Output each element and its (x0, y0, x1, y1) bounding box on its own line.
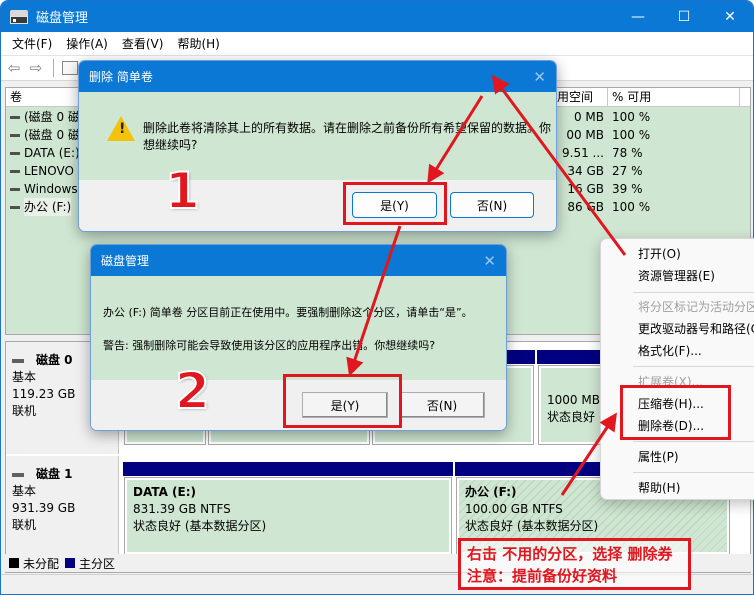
dialog-close-icon[interactable]: ✕ (533, 68, 546, 86)
console-tree-icon[interactable] (62, 61, 78, 75)
dialog-title-bar: 磁盘管理 ✕ (91, 245, 506, 276)
dialog-warning-message: 警告: 强制删除可能会导致使用该分区的应用程序出错。你想继续吗? (103, 339, 436, 352)
column-free-space[interactable]: 用空间 (553, 88, 608, 107)
volume-icon (10, 169, 20, 173)
partition-data-e[interactable]: DATA (E:) 831.39 GB NTFS 状态良好 (基本数据分区) (124, 477, 452, 555)
primary-partition-swatch (65, 558, 76, 568)
dialog-message-cont: 想继续吗? (143, 138, 198, 152)
dialog-message: 办公 (F:) 简单卷 分区目前正在使用中。要强制删除这个分区，请单击“是”。 (103, 306, 473, 319)
dialog-message: 删除此卷将清除其上的所有数据。请在删除之前备份所有希望保留的数据。你 (143, 121, 552, 135)
menu-separator (633, 292, 754, 293)
minimize-button[interactable]: — (615, 1, 661, 32)
volume-icon (10, 151, 20, 155)
maximize-button[interactable]: ☐ (661, 1, 707, 32)
menu-item-format[interactable]: 格式化(F)... (638, 341, 702, 361)
force-no-button[interactable]: 否(N) (399, 392, 485, 418)
volume-icon (10, 133, 20, 137)
disk-1-info[interactable]: 磁盘 1 基本 931.39 GB 联机 (6, 456, 119, 556)
annotation-highlight-yes-2 (283, 374, 402, 428)
volume-icon (10, 205, 20, 209)
annotation-step-1: 1 (164, 161, 201, 221)
disk-management-app-icon (10, 9, 28, 24)
disk-icon (12, 358, 24, 363)
disk1-data-stripe (123, 462, 453, 476)
dialog-body: 办公 (F:) 简单卷 分区目前正在使用中。要强制删除这个分区，请单击“是”。 … (91, 276, 506, 380)
menu-item-explorer[interactable]: 资源管理器(E) (638, 266, 715, 286)
annotation-highlight-yes-1 (343, 182, 447, 225)
forward-arrow-icon[interactable]: ⇨ (27, 61, 45, 76)
dialog-body: ! 删除此卷将清除其上的所有数据。请在删除之前备份所有希望保留的数据。你 想继续… (79, 92, 556, 180)
menu-item-change-drive-letter[interactable]: 更改驱动器号和路径(C (638, 319, 754, 339)
menu-item-open[interactable]: 打开(O) (638, 244, 681, 264)
menu-separator (633, 441, 754, 442)
annotation-highlight-menu-items (620, 385, 731, 440)
disk-icon (12, 472, 24, 477)
dialog-title: 删除 简单卷 (89, 70, 153, 84)
menu-item-help[interactable]: 帮助(H) (638, 478, 680, 498)
delete-volume-dialog: 删除 简单卷 ✕ ! 删除此卷将清除其上的所有数据。请在删除之前备份所有希望保留… (78, 60, 557, 232)
menu-item-mark-active: 将分区标记为活动分区 (638, 300, 754, 314)
menu-action[interactable]: 操作(A) (59, 35, 115, 52)
toolbar-separator (53, 59, 54, 77)
menu-help[interactable]: 帮助(H) (170, 35, 226, 52)
partition-context-menu: 打开(O) 资源管理器(E) 将分区标记为活动分区 更改驱动器号和路径(C 格式… (600, 238, 754, 500)
menu-file[interactable]: 文件(F) (5, 35, 59, 52)
unallocated-swatch (9, 558, 19, 568)
back-arrow-icon[interactable]: ⇦ (5, 61, 23, 76)
menu-separator (633, 366, 754, 367)
window-title: 磁盘管理 (36, 11, 89, 26)
dialog-title-bar: 删除 简单卷 ✕ (79, 61, 556, 92)
annotation-step-2: 2 (174, 361, 211, 421)
volume-icon (10, 187, 20, 191)
dialog-title: 磁盘管理 (101, 254, 150, 268)
menu-item-properties[interactable]: 属性(P) (638, 447, 679, 467)
volume-icon (10, 115, 20, 119)
menu-bar: 文件(F) 操作(A) 查看(V) 帮助(H) (1, 32, 753, 55)
warning-icon: ! (107, 116, 135, 141)
annotation-note: 右击 不用的分区，选择 删除券 注意：提前备份好资料 (458, 538, 691, 590)
title-bar: 磁盘管理 — ☐ ✕ (1, 1, 753, 32)
menu-view[interactable]: 查看(V) (115, 35, 171, 52)
close-button[interactable]: ✕ (707, 1, 753, 32)
no-button[interactable]: 否(N) (450, 192, 534, 218)
column-percent-free[interactable]: % 可用 (608, 88, 740, 107)
dialog-close-icon[interactable]: ✕ (483, 252, 496, 270)
menu-separator (633, 472, 754, 473)
